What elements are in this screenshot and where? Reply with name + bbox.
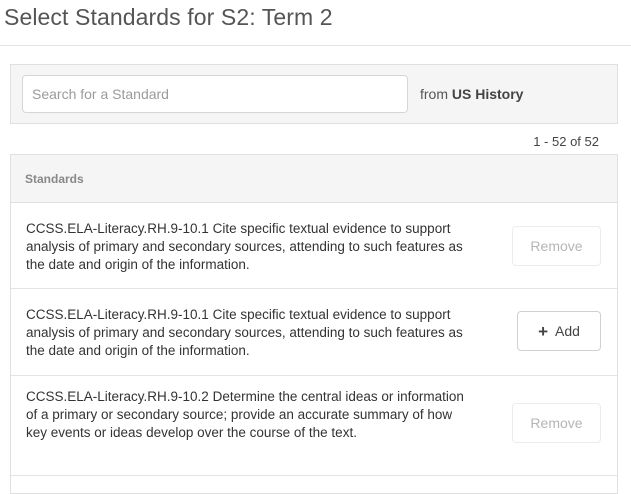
table-row: CCSS.ELA-Literacy.RH.9-10.1 Cite specifi… [11,203,617,289]
standard-description: CCSS.ELA-Literacy.RH.9-10.2 Determine th… [26,389,464,440]
remove-button-label: Remove [530,238,583,254]
table-row: CCSS.ELA-Literacy.RH.9-10.2 Determine th… [11,376,617,476]
table-header: Standards [11,155,617,203]
search-panel: from US History [10,64,618,124]
standard-description: CCSS.ELA-Literacy.RH.9-10.1 Cite specifi… [26,221,463,272]
source-name: US History [451,86,524,102]
column-header-standards: Standards [25,172,84,186]
remove-button[interactable]: Remove [512,403,601,443]
add-button[interactable]: + Add [517,311,601,351]
table-row: CCSS.ELA-Literacy.RH.9-10.1 Cite specifi… [11,289,617,376]
search-input[interactable] [22,75,408,113]
source-label: from US History [420,86,523,102]
pagination-count: 1 - 52 of 52 [533,134,599,149]
page-title: Select Standards for S2: Term 2 [4,4,333,30]
remove-button[interactable]: Remove [512,226,601,266]
standards-table: Standards CCSS.ELA-Literacy.RH.9-10.1 Ci… [10,154,618,494]
title-divider [0,45,631,46]
remove-button-label: Remove [530,415,583,431]
plus-icon: + [538,322,548,341]
from-prefix: from [420,86,448,102]
standard-description: CCSS.ELA-Literacy.RH.9-10.1 Cite specifi… [26,307,463,358]
add-button-label: Add [555,323,580,339]
